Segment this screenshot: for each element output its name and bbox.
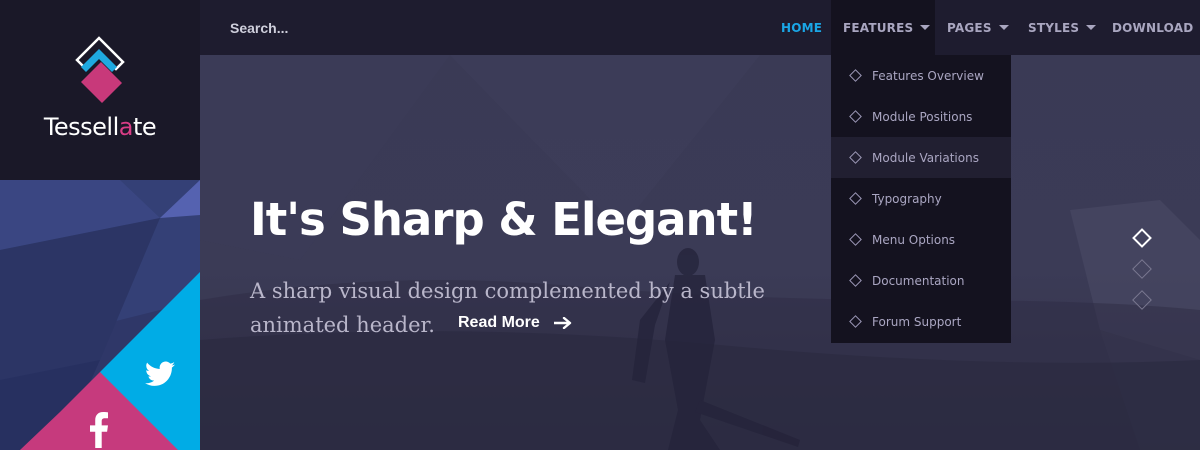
- diamond-icon: [849, 110, 862, 123]
- caret-down-icon: [1086, 25, 1097, 30]
- menu-item-label: Module Positions: [872, 109, 973, 124]
- caret-down-icon: [998, 25, 1009, 30]
- nav-download-label: DOWNLOAD: [1112, 20, 1194, 35]
- caret-down-icon: [920, 25, 931, 30]
- hero-headline: It's Sharp & Elegant!: [250, 193, 758, 246]
- diamond-icon: [849, 233, 862, 246]
- nav-download[interactable]: DOWNLOAD: [1112, 0, 1193, 55]
- nav-styles[interactable]: STYLES: [1028, 0, 1097, 55]
- arrow-right-icon: [553, 317, 571, 329]
- read-more-link[interactable]: Read More: [458, 314, 572, 332]
- menu-item-typography[interactable]: Typography: [831, 178, 1011, 219]
- diamond-icon: [849, 151, 862, 164]
- facebook-icon: [90, 412, 108, 448]
- features-dropdown-menu: Features Overview Module Positions Modul…: [831, 55, 1011, 343]
- nav-pages-label: PAGES: [947, 20, 992, 35]
- logo[interactable]: Tessellate: [0, 0, 200, 180]
- nav-pages[interactable]: PAGES: [947, 0, 1009, 55]
- menu-item-label: Documentation: [872, 273, 965, 288]
- read-more-label: Read More: [458, 314, 540, 331]
- diamond-icon: [849, 69, 862, 82]
- sidebar: Tessellate: [0, 0, 200, 450]
- nav-features-label: FEATURES: [843, 20, 914, 35]
- nav-styles-label: STYLES: [1028, 20, 1080, 35]
- brand-name: Tessellate: [43, 113, 157, 141]
- diamond-icon: [849, 315, 862, 328]
- menu-item-module-variations[interactable]: Module Variations: [831, 137, 1011, 178]
- search-input[interactable]: [230, 0, 530, 55]
- logo-mark-icon: [75, 36, 125, 103]
- menu-item-label: Menu Options: [872, 232, 956, 247]
- menu-item-label: Features Overview: [872, 68, 984, 83]
- nav-home-label: HOME: [781, 20, 823, 35]
- menu-item-documentation[interactable]: Documentation: [831, 260, 1011, 301]
- menu-item-label: Forum Support: [872, 314, 962, 329]
- menu-item-label: Typography: [872, 191, 942, 206]
- menu-item-features-overview[interactable]: Features Overview: [831, 55, 1011, 96]
- twitter-icon: [145, 361, 175, 386]
- twitter-link[interactable]: [140, 356, 180, 392]
- nav-home[interactable]: HOME: [781, 0, 822, 55]
- menu-item-menu-options[interactable]: Menu Options: [831, 219, 1011, 260]
- facebook-link[interactable]: [82, 410, 116, 450]
- diamond-icon: [849, 192, 862, 205]
- nav-features[interactable]: FEATURES: [831, 0, 935, 55]
- menu-item-forum-support[interactable]: Forum Support: [831, 301, 1011, 342]
- menu-item-module-positions[interactable]: Module Positions: [831, 96, 1011, 137]
- diamond-icon: [849, 274, 862, 287]
- menu-item-label: Module Variations: [872, 150, 979, 165]
